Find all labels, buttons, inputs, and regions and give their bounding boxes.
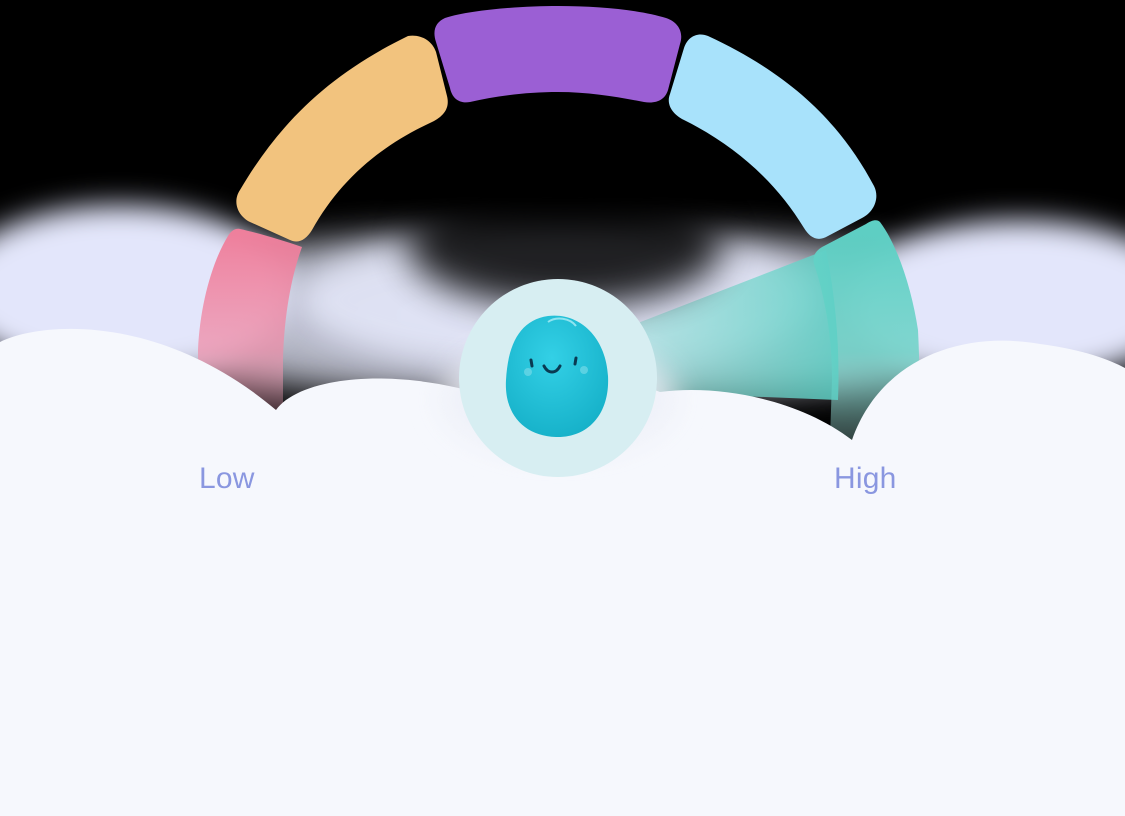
high-label: High: [834, 462, 897, 495]
mood-gauge-screen: Low High: [0, 0, 1125, 816]
segment-light-blue[interactable]: [668, 34, 877, 239]
low-label: Low: [199, 462, 255, 495]
segment-purple[interactable]: [434, 6, 682, 103]
segment-orange[interactable]: [236, 35, 448, 242]
mood-gauge: [0, 6, 1125, 816]
